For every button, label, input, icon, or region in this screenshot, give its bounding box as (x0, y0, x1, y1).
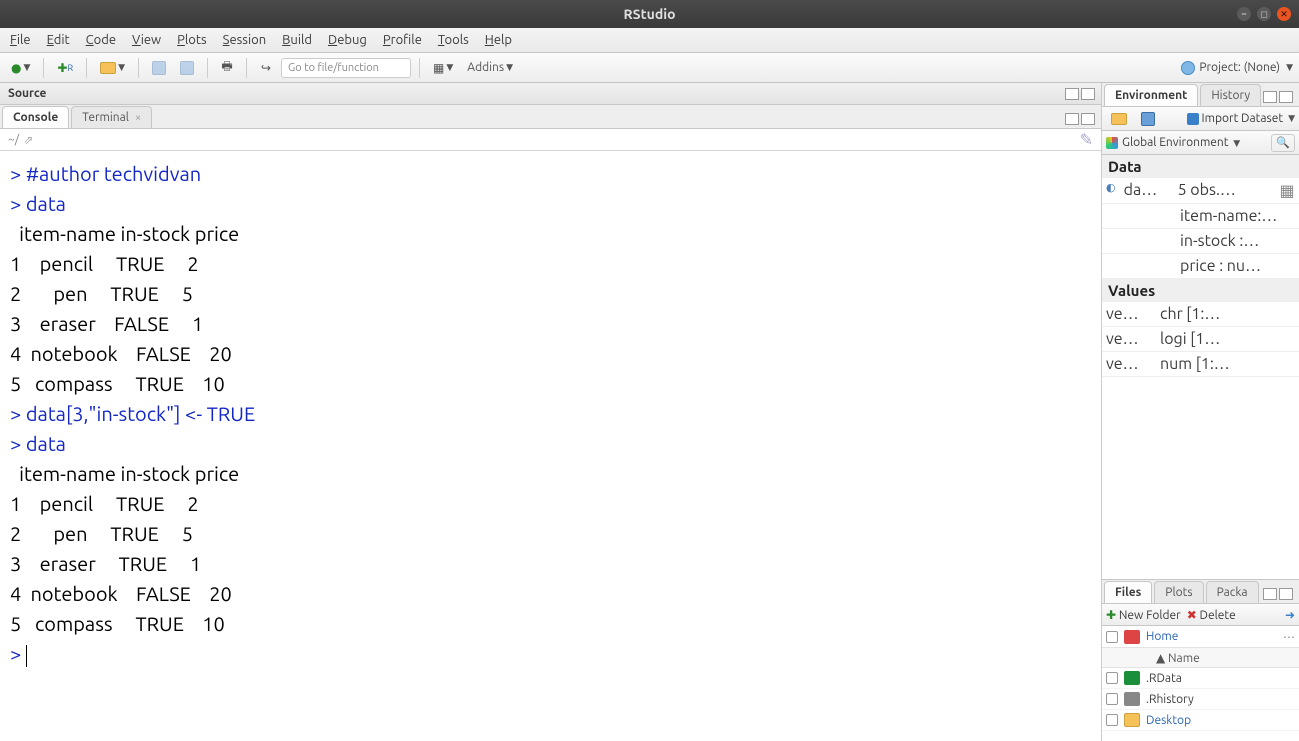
select-all-checkbox[interactable] (1106, 631, 1118, 643)
expand-icon[interactable]: ◐ (1106, 181, 1116, 200)
env-tabs: Environment History (1102, 83, 1299, 107)
popout-icon[interactable]: ⇗ (23, 133, 33, 147)
new-folder-button[interactable]: ✚ New Folder (1106, 608, 1181, 622)
environment-list: Data◐da…5 obs.…▦item-name:…in-stock :…pr… (1102, 155, 1299, 579)
file-checkbox[interactable] (1106, 714, 1118, 726)
env-row[interactable]: ve…num [1:… (1102, 352, 1299, 377)
new-project-button[interactable]: ✚R (52, 57, 78, 79)
file-checkbox[interactable] (1106, 693, 1118, 705)
menu-file[interactable]: File (10, 33, 31, 47)
menu-tools[interactable]: Tools (438, 33, 469, 47)
rhist-icon (1124, 692, 1140, 706)
tab-environment[interactable]: Environment (1104, 84, 1198, 106)
tab-console[interactable]: Console (2, 106, 69, 128)
menu-session[interactable]: Session (223, 33, 266, 47)
env-minimize-icon[interactable] (1263, 91, 1277, 103)
delete-button[interactable]: ✖ Delete (1187, 608, 1236, 622)
rdata-icon (1124, 671, 1140, 685)
goto-file-input[interactable]: Go to file/function (281, 58, 411, 78)
close-icon[interactable]: × (135, 112, 141, 124)
goto-func-button[interactable]: ↪ (255, 57, 277, 79)
file-row[interactable]: Desktop (1102, 710, 1299, 731)
tab-plots[interactable]: Plots (1154, 581, 1203, 603)
env-scope-bar: Global Environment ▼ 🔍 (1102, 131, 1299, 155)
files-maximize-icon[interactable] (1279, 588, 1293, 600)
save-workspace-button[interactable] (1136, 108, 1160, 130)
scope-icon (1106, 137, 1118, 149)
main-toolbar: ●▼ ✚R ▼ 🖶 ↪ Go to file/function ▦▼ Addin… (0, 53, 1299, 83)
close-button[interactable]: ✕ (1277, 7, 1291, 21)
env-row[interactable]: ve…chr [1:… (1102, 302, 1299, 327)
clear-console-icon[interactable]: ✎ (1080, 130, 1093, 149)
files-breadcrumb: Home ⋯ (1102, 626, 1299, 648)
grid-button[interactable]: ▦▼ (428, 57, 458, 79)
menu-build[interactable]: Build (282, 33, 312, 47)
menu-profile[interactable]: Profile (383, 33, 422, 47)
env-row[interactable]: item-name:… (1102, 204, 1299, 229)
file-checkbox[interactable] (1106, 672, 1118, 684)
more-path-icon[interactable]: ⋯ (1283, 630, 1295, 644)
open-file-button[interactable]: ▼ (95, 57, 130, 79)
files-tabs: Files Plots Packa (1102, 580, 1299, 604)
env-toolbar: Import Dataset ▼ (1102, 107, 1299, 131)
home-icon (1124, 630, 1140, 644)
tab-terminal[interactable]: Terminal× (71, 106, 152, 128)
files-header: ▲ Name (1102, 648, 1299, 668)
save-button[interactable] (147, 57, 171, 79)
files-minimize-icon[interactable] (1263, 588, 1277, 600)
load-workspace-button[interactable] (1106, 108, 1132, 130)
console-output[interactable]: > #author techvidvan> data item-name in-… (0, 151, 1101, 741)
env-row[interactable]: ◐da…5 obs.…▦ (1102, 178, 1299, 204)
folder-icon (1124, 713, 1140, 727)
project-menu[interactable]: Project: (None) ▼ (1181, 61, 1293, 75)
tab-history[interactable]: History (1200, 84, 1261, 106)
menu-code[interactable]: Code (86, 33, 116, 47)
menu-debug[interactable]: Debug (328, 33, 367, 47)
source-pane-header: Source (0, 83, 1101, 105)
minimize-button[interactable]: – (1237, 7, 1251, 21)
file-list: .RData .Rhistory Desktop (1102, 668, 1299, 741)
addins-button[interactable]: Addins ▼ (462, 57, 518, 79)
new-file-button[interactable]: ●▼ (6, 57, 35, 79)
console-minimize-icon[interactable] (1065, 113, 1079, 125)
print-button[interactable]: 🖶 (216, 57, 238, 79)
window-titlebar: RStudio – ◻ ✕ (0, 0, 1299, 28)
maximize-button[interactable]: ◻ (1257, 7, 1271, 21)
files-toolbar: ✚ New Folder ✖ Delete ➜ (1102, 604, 1299, 626)
menu-plots[interactable]: Plots (177, 33, 207, 47)
save-all-button[interactable] (175, 57, 199, 79)
menu-edit[interactable]: Edit (47, 33, 70, 47)
file-row[interactable]: .Rhistory (1102, 689, 1299, 710)
tab-files[interactable]: Files (1104, 581, 1152, 603)
env-maximize-icon[interactable] (1279, 91, 1293, 103)
menu-help[interactable]: Help (485, 33, 512, 47)
tab-packages[interactable]: Packa (1206, 581, 1259, 603)
source-maximize-icon[interactable] (1081, 88, 1095, 100)
file-row[interactable]: .RData (1102, 668, 1299, 689)
file-name: .Rhistory (1146, 693, 1194, 706)
menu-bar: File Edit Code View Plots Session Build … (0, 28, 1299, 53)
grid-icon[interactable]: ▦ (1279, 181, 1295, 200)
menu-view[interactable]: View (132, 33, 161, 47)
working-dir[interactable]: ~/ (8, 133, 19, 146)
window-title: RStudio (623, 6, 675, 22)
file-name: Desktop (1146, 714, 1191, 727)
source-title: Source (8, 87, 46, 100)
more-files-icon[interactable]: ➜ (1285, 608, 1295, 622)
file-name: .RData (1146, 672, 1182, 685)
import-dataset-button[interactable]: Import Dataset ▼ (1187, 112, 1295, 125)
env-row[interactable]: ve…logi [1… (1102, 327, 1299, 352)
env-row[interactable]: in-stock :… (1102, 229, 1299, 254)
name-column-header[interactable]: ▲ Name (1156, 651, 1200, 665)
env-row[interactable]: price : nu… (1102, 254, 1299, 279)
console-maximize-icon[interactable] (1081, 113, 1095, 125)
env-search-input[interactable]: 🔍 (1271, 134, 1295, 152)
scope-selector[interactable]: Global Environment ▼ (1122, 136, 1240, 149)
source-minimize-icon[interactable] (1065, 88, 1079, 100)
console-tabs: Console Terminal× (0, 105, 1101, 129)
console-path-bar: ~/ ⇗ ✎ (0, 129, 1101, 151)
home-link[interactable]: Home (1146, 630, 1178, 643)
